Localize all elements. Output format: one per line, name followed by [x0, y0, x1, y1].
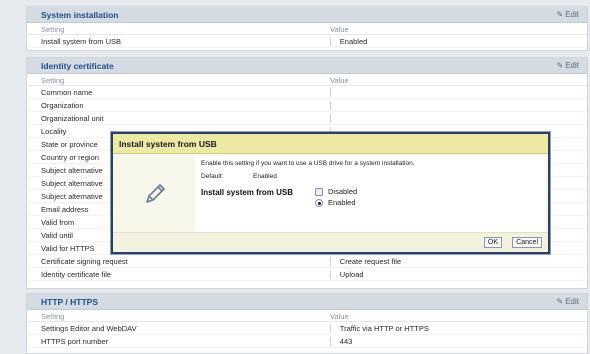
option-disabled[interactable]: Disabled [315, 187, 357, 196]
install-usb-dialog: Install system from USB Enable this sett… [111, 132, 550, 254]
pencil-icon [146, 184, 165, 203]
edit-label: Edit [565, 61, 579, 70]
setting-name: Organizational unit [41, 114, 104, 123]
edit-label: Edit [565, 297, 579, 306]
option-enabled[interactable]: Enabled [315, 198, 356, 207]
edit-label: Edit [565, 10, 579, 19]
table-row[interactable]: HTTPS port number ▏ 443 [27, 335, 587, 348]
setting-name: HTTPS port number [41, 337, 109, 346]
section-header: Identity certificate ✎ Edit [27, 58, 587, 74]
table-row[interactable]: Organization ▏ [27, 99, 587, 112]
section-title: Identity certificate [41, 61, 114, 71]
settings-page: System installation ✎ Edit Setting Value … [0, 0, 590, 354]
value-column-header: Value [330, 76, 349, 85]
setting-name: Common name [41, 88, 93, 97]
ok-button[interactable]: OK [483, 237, 502, 248]
dialog-title: Install system from USB [119, 139, 217, 149]
table-row[interactable]: Common name ▏ [27, 86, 587, 99]
pencil-icon: ✎ [556, 61, 564, 70]
value-column-header: Value [330, 312, 349, 321]
setting-value: ▏ Upload [330, 270, 364, 279]
pencil-icon: ✎ [556, 297, 564, 306]
dialog-footer: OK Cancel [113, 232, 548, 252]
dialog-icon-area [115, 156, 195, 232]
option-label: Enabled [328, 198, 356, 207]
table-row[interactable]: Certificate signing request ▏ Create reque… [27, 255, 587, 268]
setting-column-header: Setting [41, 76, 65, 85]
dialog-content: Enable this setting if you want to use a… [195, 156, 546, 232]
setting-name: Install system from USB [41, 37, 122, 46]
field-label: Install system from USB [201, 188, 294, 197]
cancel-button[interactable]: Cancel [512, 237, 542, 248]
setting-name: Valid from [41, 218, 75, 227]
setting-value: ▏ Enabled [330, 37, 368, 46]
setting-value: ▏ Create request file [330, 257, 402, 266]
section-http-https: HTTP / HTTPS ✎ Edit Setting Value Setting… [26, 293, 588, 354]
table-row[interactable]: Identity certificate file ▏ Upload [27, 268, 587, 281]
dialog-description: Enable this setting if you want to use a… [201, 160, 415, 167]
option-label: Disabled [328, 187, 358, 196]
setting-name: State or province [41, 140, 98, 149]
column-header: Setting Value [27, 310, 587, 322]
setting-value: ▏ [330, 101, 336, 110]
edit-link[interactable]: ✎ Edit [557, 10, 580, 19]
setting-name: Valid for HTTPS [41, 244, 95, 253]
setting-name: Settings Editor and WebDAV [41, 324, 137, 333]
setting-name: Subject alternative [41, 166, 103, 175]
left-margin [0, 0, 26, 354]
edit-link[interactable]: ✎ Edit [557, 297, 580, 306]
section-header: HTTP / HTTPS ✎ Edit [27, 294, 587, 310]
setting-value: ▏ [330, 114, 336, 123]
setting-value: ▏ Traffic via HTTP or HTTPS [330, 324, 429, 333]
table-row[interactable]: Organizational unit ▏ [27, 112, 587, 125]
section-system-installation: System installation ✎ Edit Setting Value … [26, 6, 588, 51]
default-label: Default: [201, 173, 224, 180]
setting-name: Valid until [41, 231, 73, 240]
setting-name: Email address [41, 205, 89, 214]
dialog-body: Enable this setting if you want to use a… [115, 156, 546, 232]
dialog-header: Install system from USB [113, 134, 548, 154]
setting-name: Certificate signing request [41, 257, 128, 266]
column-header: Setting Value [27, 74, 587, 86]
setting-name: Subject alternative [41, 179, 103, 188]
pencil-icon: ✎ [556, 10, 564, 19]
setting-name: Organization [41, 101, 84, 110]
column-header: Setting Value [27, 23, 587, 35]
section-header: System installation ✎ Edit [27, 7, 587, 23]
setting-name: Locality [41, 127, 67, 136]
section-title: System installation [41, 10, 119, 20]
radio-button[interactable] [315, 198, 323, 207]
value-column-header: Value [330, 25, 349, 34]
setting-column-header: Setting [41, 312, 65, 321]
default-value: Enabled [253, 173, 277, 180]
setting-name: Country or region [41, 153, 99, 162]
edit-link[interactable]: ✎ Edit [557, 61, 580, 70]
setting-value: ▏ 443 [330, 337, 353, 346]
table-row[interactable]: Settings Editor and WebDAV ▏ Traffic via H… [27, 322, 587, 335]
table-row[interactable]: Install system from USB ▏ Enabled [27, 35, 587, 48]
setting-name: Subject alternative [41, 192, 103, 201]
setting-value: ▏ [330, 88, 336, 97]
checkbox[interactable] [315, 187, 323, 196]
setting-name: Identity certificate file [41, 270, 112, 279]
section-title: HTTP / HTTPS [41, 297, 98, 307]
setting-column-header: Setting [41, 25, 65, 34]
